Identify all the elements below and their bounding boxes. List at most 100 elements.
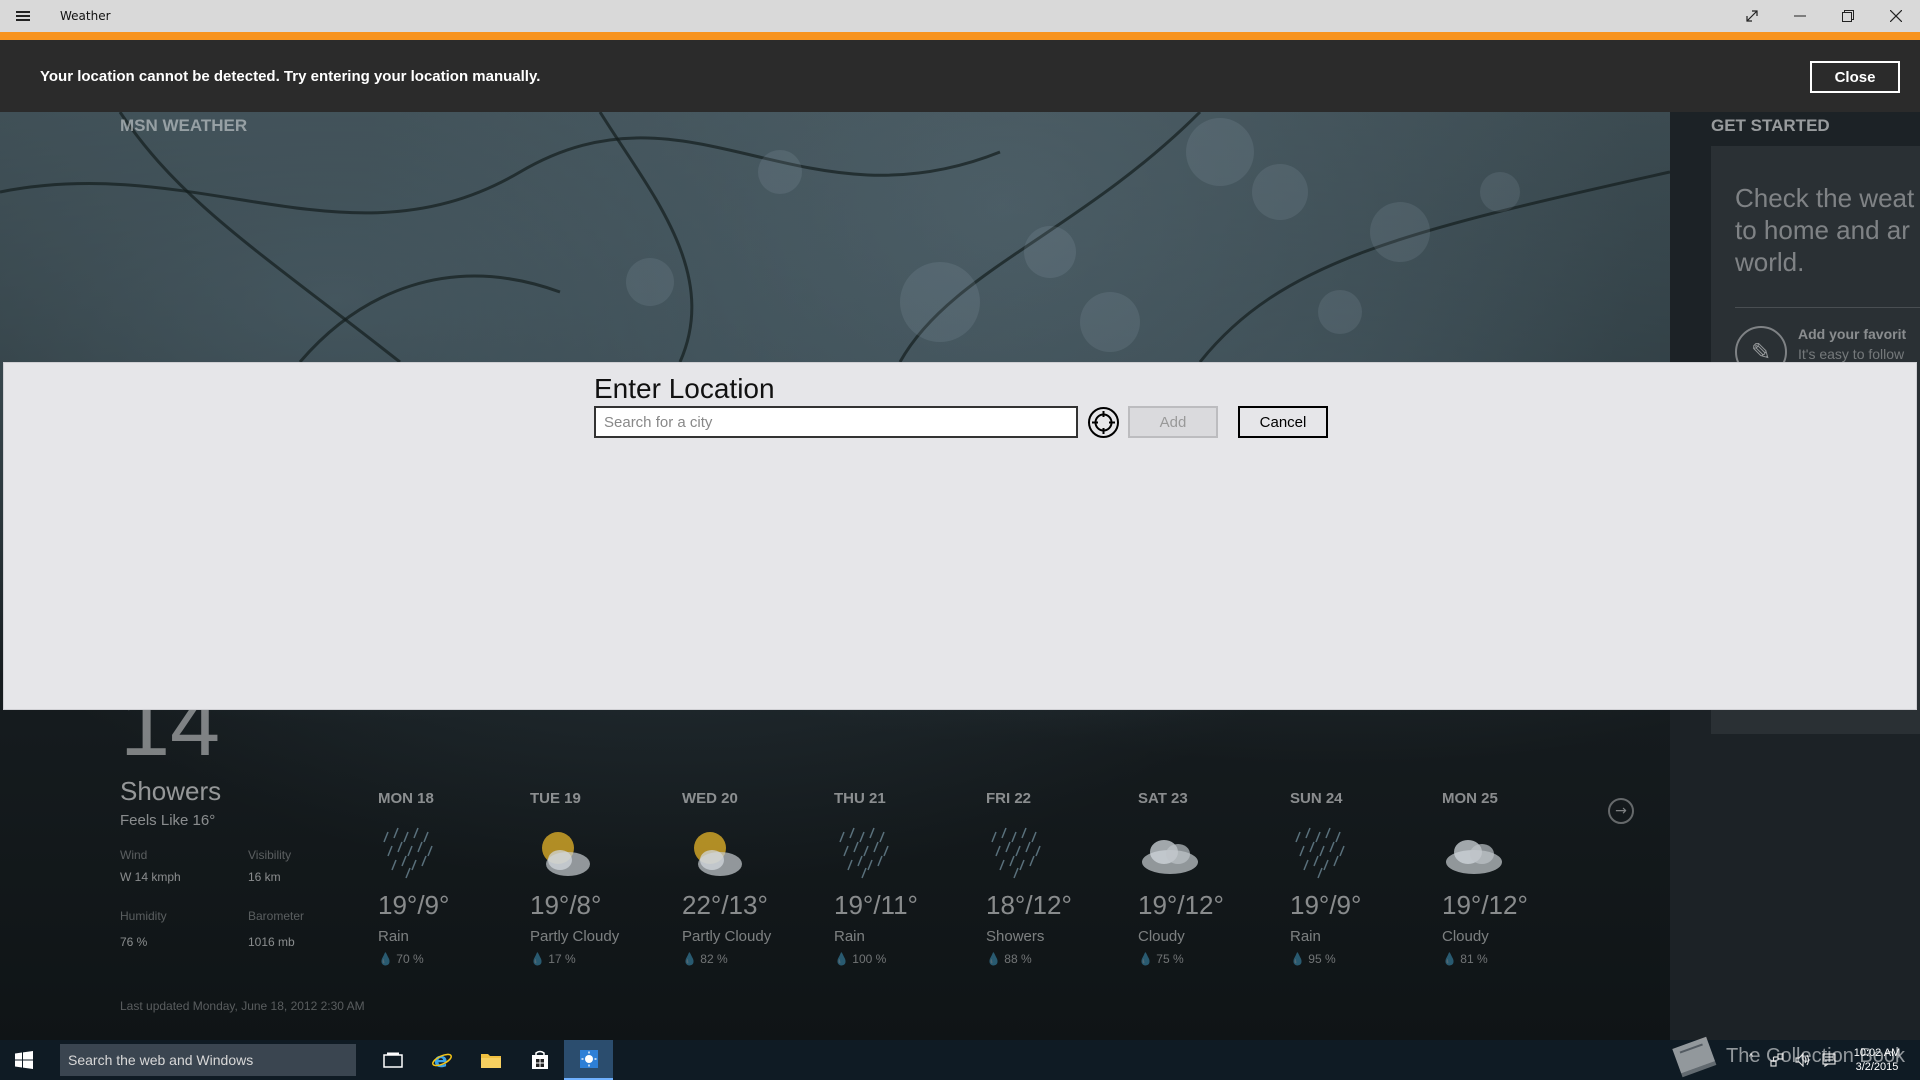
forecast-strip: MON 18 19°/9° Rain 💧 70 % TUE 19 19°/8° … <box>378 790 1594 970</box>
forecast-day-name: SUN 24 <box>1290 790 1343 807</box>
watermark-text: The Collection Book <box>1726 1044 1905 1067</box>
forecast-precip-value: 17 % <box>548 952 576 966</box>
fullscreen-icon[interactable] <box>1728 0 1776 32</box>
notification-message: Your location cannot be detected. Try en… <box>40 67 541 85</box>
title-bar: Weather <box>0 0 1920 32</box>
forecast-precip-value: 100 % <box>852 952 887 966</box>
forecast-precip-value: 95 % <box>1308 952 1336 966</box>
rain-icon <box>383 827 433 879</box>
weather-icon[interactable] <box>564 1040 613 1080</box>
forecast-day[interactable]: TUE 19 19°/8° Partly Cloudy 💧 17 % <box>530 790 682 970</box>
forecast-day-name: SAT 23 <box>1138 790 1188 807</box>
forecast-day[interactable]: FRI 22 18°/12° Showers 💧 88 % <box>986 790 1138 970</box>
get-started-text: Check the weat to home and ar world. <box>1735 182 1920 278</box>
forecast-day[interactable]: MON 25 19°/12° Cloudy 💧 81 % <box>1442 790 1594 970</box>
forecast-precip-value: 70 % <box>396 952 424 966</box>
close-icon[interactable] <box>1872 0 1920 32</box>
wind-label: Wind <box>120 848 148 862</box>
raindrop-icon: 💧 <box>378 952 393 966</box>
humidity-label: Humidity <box>120 909 167 923</box>
forecast-temp: 19°/12° <box>1138 890 1224 920</box>
get-started-line: world. <box>1735 247 1805 277</box>
cloudy-icon <box>1142 840 1198 874</box>
forecast-day-name: THU 21 <box>834 790 886 807</box>
forecast-day-name: TUE 19 <box>530 790 581 807</box>
forecast-day[interactable]: SAT 23 19°/12° Cloudy 💧 75 % <box>1138 790 1290 970</box>
forecast-condition: Showers <box>986 928 1045 945</box>
restore-icon[interactable] <box>1824 0 1872 32</box>
taskbar: Search the web and Windows e ˄ 10:02 AM … <box>0 1040 1920 1080</box>
accent-bar <box>0 32 1920 40</box>
raindrop-icon: 💧 <box>682 952 697 966</box>
forecast-day[interactable]: SUN 24 19°/9° Rain 💧 95 % <box>1290 790 1442 970</box>
last-updated: Last updated Monday, June 18, 2012 2:30 … <box>120 999 365 1013</box>
add-favorites-title[interactable]: Add your favorit <box>1798 326 1906 342</box>
forecast-day[interactable]: WED 20 22°/13° Partly Cloudy 💧 82 % <box>682 790 834 970</box>
raindrop-icon: 💧 <box>1442 952 1457 966</box>
taskbar-search-input[interactable]: Search the web and Windows <box>60 1044 356 1076</box>
forecast-precip-value: 88 % <box>1004 952 1032 966</box>
current-condition: Showers <box>120 776 222 806</box>
forecast-day[interactable]: MON 18 19°/9° Rain 💧 70 % <box>378 790 530 970</box>
forecast-condition: Rain <box>378 928 409 945</box>
forecast-day-name: MON 18 <box>378 790 434 807</box>
feels-like: Feels Like 16° <box>120 812 216 829</box>
notification-close-button[interactable]: Close <box>1810 61 1900 93</box>
window-controls <box>1728 0 1920 32</box>
forecast-condition: Partly Cloudy <box>530 928 620 945</box>
forecast-precip: 💧 100 % <box>834 952 886 966</box>
store-icon[interactable] <box>515 1040 564 1080</box>
forecast-precip: 💧 82 % <box>682 952 728 966</box>
raindrop-icon: 💧 <box>1138 952 1153 966</box>
get-started-title: GET STARTED <box>1711 116 1830 135</box>
forecast-precip: 💧 17 % <box>530 952 576 966</box>
windows-start-icon[interactable] <box>0 1040 48 1080</box>
book-icon <box>1672 1036 1717 1078</box>
enter-location-dialog: Enter Location Add Cancel <box>3 362 1917 710</box>
raindrop-icon: 💧 <box>1290 952 1305 966</box>
wind-value: W 14 kmph <box>120 870 181 884</box>
forecast-temp: 22°/13° <box>682 890 768 920</box>
forecast-day-name: MON 25 <box>1442 790 1498 807</box>
cancel-button[interactable]: Cancel <box>1238 406 1328 438</box>
task-view-icon[interactable] <box>368 1040 417 1080</box>
forecast-temp: 19°/8° <box>530 890 602 920</box>
hamburger-icon[interactable] <box>0 0 46 32</box>
internet-explorer-icon[interactable]: e <box>417 1040 466 1080</box>
forecast-precip-value: 82 % <box>700 952 728 966</box>
forecast-precip: 💧 81 % <box>1442 952 1488 966</box>
window-title: Weather <box>60 9 111 23</box>
forecast-temp: 18°/12° <box>986 890 1072 920</box>
forecast-precip-value: 75 % <box>1156 952 1184 966</box>
visibility-label: Visibility <box>248 848 292 862</box>
rain-icon <box>991 827 1041 879</box>
add-button[interactable]: Add <box>1128 406 1218 438</box>
barometer-label: Barometer <box>248 909 305 923</box>
file-explorer-icon[interactable] <box>466 1040 515 1080</box>
svg-text:e: e <box>434 1049 448 1071</box>
dialog-title: Enter Location <box>594 373 775 404</box>
forecast-day[interactable]: THU 21 19°/11° Rain 💧 100 % <box>834 790 986 970</box>
app-brand: MSN WEATHER <box>120 116 248 135</box>
visibility-value: 16 km <box>248 870 281 884</box>
get-started-line: Check the weat <box>1735 183 1915 213</box>
city-search-input[interactable] <box>594 406 1078 438</box>
forecast-next-arrow-icon[interactable]: → <box>1608 798 1634 824</box>
minimize-icon[interactable] <box>1776 0 1824 32</box>
forecast-temp: 19°/9° <box>378 890 450 920</box>
forecast-condition: Rain <box>1290 928 1321 945</box>
partly-cloudy-icon <box>542 832 590 876</box>
forecast-precip-value: 81 % <box>1460 952 1488 966</box>
forecast-condition: Cloudy <box>1442 928 1489 945</box>
forecast-precip: 💧 75 % <box>1138 952 1184 966</box>
forecast-day-name: WED 20 <box>682 790 738 807</box>
raindrop-icon: 💧 <box>834 952 849 966</box>
raindrop-icon: 💧 <box>986 952 1001 966</box>
divider <box>1735 307 1920 308</box>
hero-branches-image <box>0 112 1670 362</box>
get-started-line: to home and ar <box>1735 215 1910 245</box>
add-favorites-subtitle: It's easy to follow <box>1798 346 1905 362</box>
forecast-precip: 💧 95 % <box>1290 952 1336 966</box>
crosshair-icon[interactable] <box>1087 406 1120 439</box>
forecast-temp: 19°/12° <box>1442 890 1528 920</box>
